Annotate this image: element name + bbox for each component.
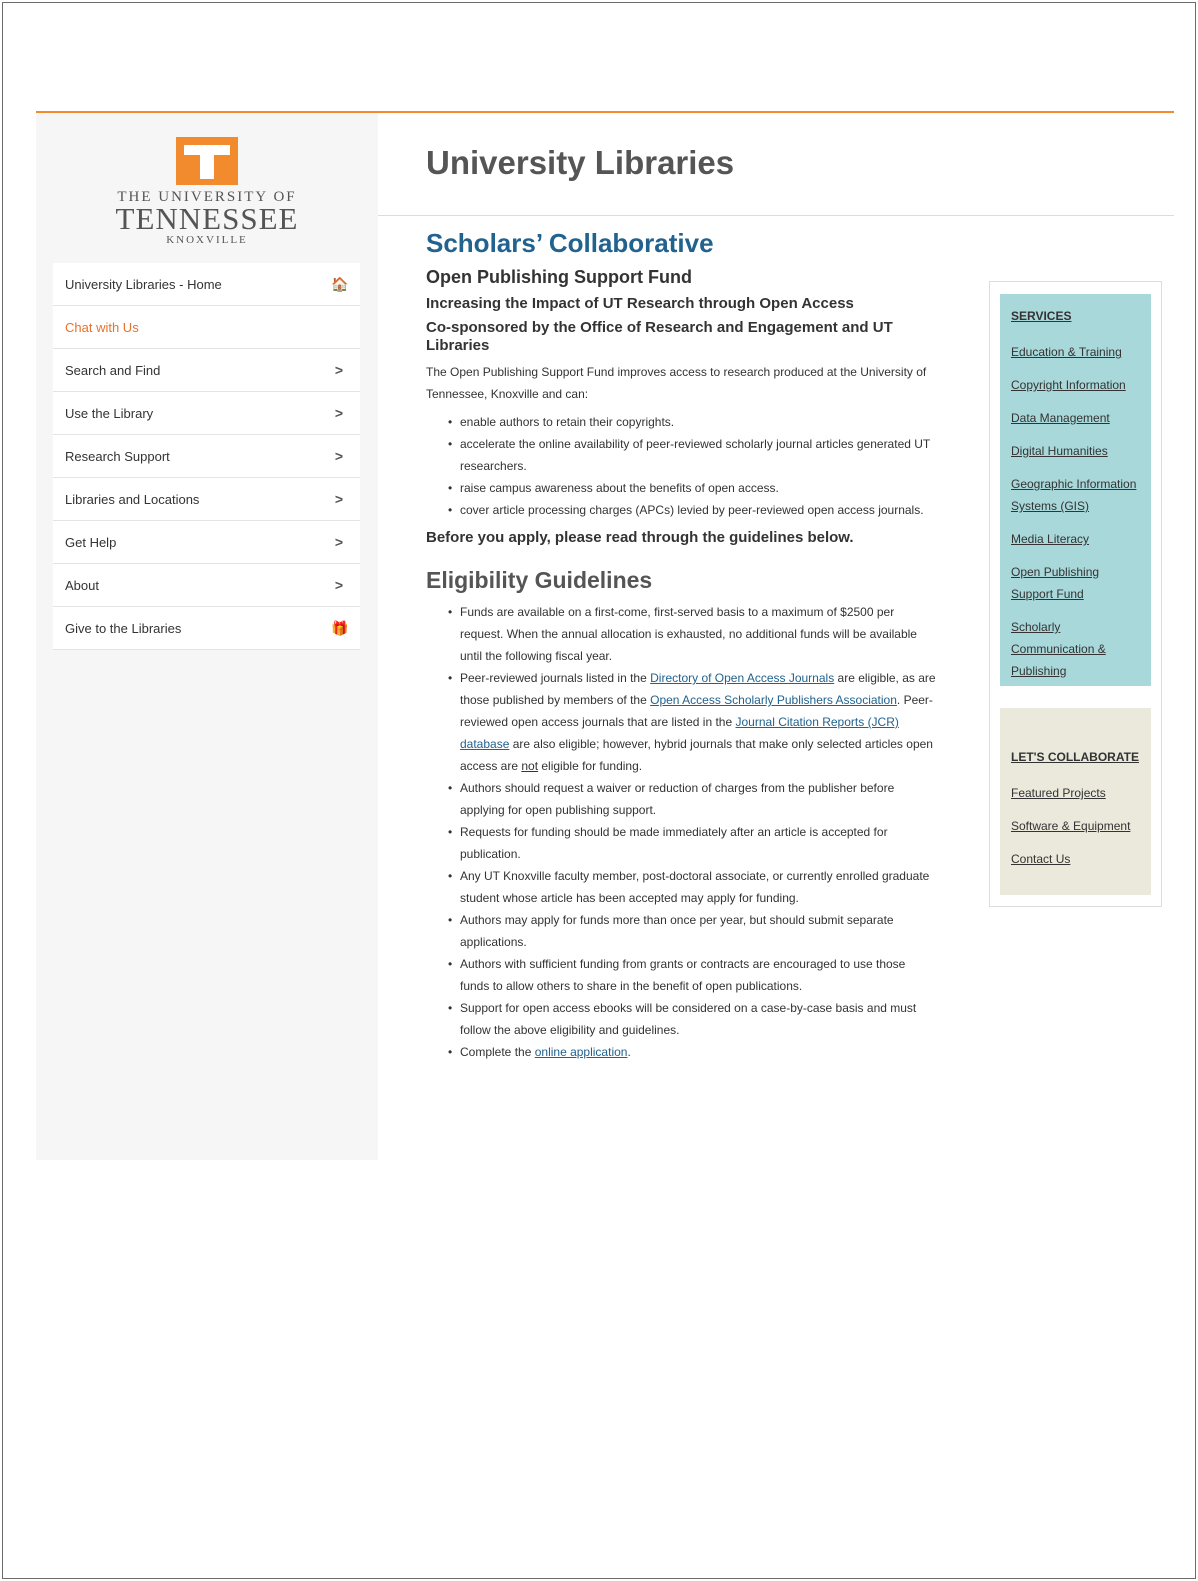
guideline-text: . bbox=[627, 1045, 631, 1059]
before-apply-note: Before you apply, please read through th… bbox=[426, 529, 854, 546]
guidelines-list: Funds are available on a first-come, fir… bbox=[426, 601, 938, 1063]
sidebar-item-use-the-library[interactable]: Use the Library > bbox=[53, 392, 360, 435]
collaborate-panel: LET'S COLLABORATE Featured Projects Soft… bbox=[1000, 708, 1151, 895]
list-item: accelerate the online availability of pe… bbox=[448, 433, 938, 477]
service-link[interactable]: Open Publishing Support Fund bbox=[1011, 561, 1140, 605]
eligibility-heading: Eligibility Guidelines bbox=[426, 567, 653, 593]
list-item: enable authors to retain their copyright… bbox=[448, 411, 938, 433]
guideline-text: Complete the bbox=[460, 1045, 535, 1059]
chevron-right-icon: > bbox=[334, 362, 344, 378]
chevron-right-icon: > bbox=[334, 405, 344, 421]
list-item: Any UT Knoxville faculty member, post-do… bbox=[448, 865, 938, 909]
sidebar-item-label: Use the Library bbox=[65, 405, 154, 421]
sidebar-item-search-and-find[interactable]: Search and Find > bbox=[53, 349, 360, 392]
sidebar-item-label: University Libraries - Home bbox=[65, 276, 222, 292]
power-t-icon bbox=[176, 137, 238, 185]
chevron-right-icon: > bbox=[334, 448, 344, 464]
sidebar-item-label: Research Support bbox=[65, 448, 170, 464]
service-link[interactable]: Copyright Information bbox=[1011, 374, 1140, 396]
collaborate-link[interactable]: Contact Us bbox=[1011, 848, 1140, 870]
benefits-list: enable authors to retain their copyright… bbox=[426, 411, 938, 521]
guideline-text: Peer-reviewed journals listed in the bbox=[460, 671, 651, 685]
list-item: Peer-reviewed journals listed in the Dir… bbox=[448, 667, 938, 777]
oaspa-link[interactable]: Open Access Scholarly Publishers Associa… bbox=[650, 693, 897, 707]
page-title: University Libraries bbox=[426, 144, 735, 181]
logo-line3: KNOXVILLE bbox=[166, 234, 248, 246]
doaj-link[interactable]: Directory of Open Access Journals bbox=[650, 671, 834, 685]
list-item: raise campus awareness about the benefit… bbox=[448, 477, 938, 499]
sidebar-item-about[interactable]: About > bbox=[53, 564, 360, 607]
logo-line2: TENNESSEE bbox=[115, 201, 299, 236]
list-item: cover article processing charges (APCs) … bbox=[448, 499, 938, 521]
collaborate-link[interactable]: Featured Projects bbox=[1011, 782, 1140, 804]
service-link[interactable]: Media Literacy bbox=[1011, 528, 1140, 550]
service-link[interactable]: Scholarly Communication & Publishing bbox=[1011, 616, 1140, 682]
sidebar-item-home[interactable]: University Libraries - Home 🏠 bbox=[53, 263, 360, 306]
tagline: Increasing the Impact of UT Research thr… bbox=[426, 295, 854, 312]
list-item: Authors should request a waiver or reduc… bbox=[448, 777, 938, 821]
guideline-text: eligible for funding. bbox=[538, 759, 643, 773]
emphasis-not: not bbox=[521, 759, 539, 773]
chevron-right-icon: > bbox=[334, 534, 344, 550]
cosponsor-line: Co-sponsored by the Office of Research a… bbox=[426, 319, 893, 354]
service-link[interactable]: Digital Humanities bbox=[1011, 440, 1140, 462]
sidebar-nav: University Libraries - Home 🏠 Chat with … bbox=[53, 263, 360, 650]
online-application-link[interactable]: online application bbox=[535, 1045, 628, 1059]
sidebar-item-label: Libraries and Locations bbox=[65, 491, 200, 507]
section-heading: Scholars’ Collaborative bbox=[426, 228, 714, 258]
services-panel: SERVICES Education & Training Copyright … bbox=[1000, 294, 1151, 686]
list-item: Authors may apply for funds more than on… bbox=[448, 909, 938, 953]
list-item: Authors with sufficient funding from gra… bbox=[448, 953, 938, 997]
chevron-right-icon: > bbox=[334, 577, 344, 593]
sidebar-item-label: Get Help bbox=[65, 534, 117, 550]
list-item: Complete the online application. bbox=[448, 1041, 938, 1063]
sidebar-item-give[interactable]: Give to the Libraries 🎁 bbox=[53, 607, 360, 650]
collaborate-heading[interactable]: LET'S COLLABORATE bbox=[1011, 749, 1140, 765]
sidebar-item-label: Chat with Us bbox=[65, 319, 139, 335]
sidebar-item-research-support[interactable]: Research Support > bbox=[53, 435, 360, 478]
list-item: Requests for funding should be made imme… bbox=[448, 821, 938, 865]
gift-icon: 🎁 bbox=[331, 619, 349, 636]
collaborate-link[interactable]: Software & Equipment bbox=[1011, 815, 1140, 837]
intro-paragraph: The Open Publishing Support Fund improve… bbox=[426, 365, 927, 401]
ut-logo[interactable]: THE UNIVERSITY OF TENNESSEE KNOXVILLE bbox=[36, 137, 378, 246]
sidebar-item-label: About bbox=[65, 577, 99, 593]
sidebar-item-chat[interactable]: Chat with Us bbox=[53, 306, 360, 349]
list-item: Funds are available on a first-come, fir… bbox=[448, 601, 938, 667]
service-link[interactable]: Data Management bbox=[1011, 407, 1140, 429]
service-link[interactable]: Education & Training bbox=[1011, 341, 1140, 363]
list-item: Support for open access ebooks will be c… bbox=[448, 997, 938, 1041]
sidebar-item-label: Give to the Libraries bbox=[65, 620, 182, 636]
sidebar-item-libraries-and-locations[interactable]: Libraries and Locations > bbox=[53, 478, 360, 521]
title-divider bbox=[378, 215, 1174, 216]
main-content: Scholars’ Collaborative Open Publishing … bbox=[426, 225, 938, 1063]
service-link[interactable]: Geographic Information Systems (GIS) bbox=[1011, 473, 1140, 517]
fund-heading: Open Publishing Support Fund bbox=[426, 267, 692, 287]
right-sidebar: SERVICES Education & Training Copyright … bbox=[989, 281, 1162, 907]
chevron-right-icon: > bbox=[334, 491, 344, 507]
services-heading[interactable]: SERVICES bbox=[1011, 308, 1140, 324]
home-icon: 🏠 bbox=[331, 275, 349, 292]
sidebar: THE UNIVERSITY OF TENNESSEE KNOXVILLE Un… bbox=[36, 113, 378, 1160]
sidebar-item-label: Search and Find bbox=[65, 362, 161, 378]
sidebar-item-get-help[interactable]: Get Help > bbox=[53, 521, 360, 564]
